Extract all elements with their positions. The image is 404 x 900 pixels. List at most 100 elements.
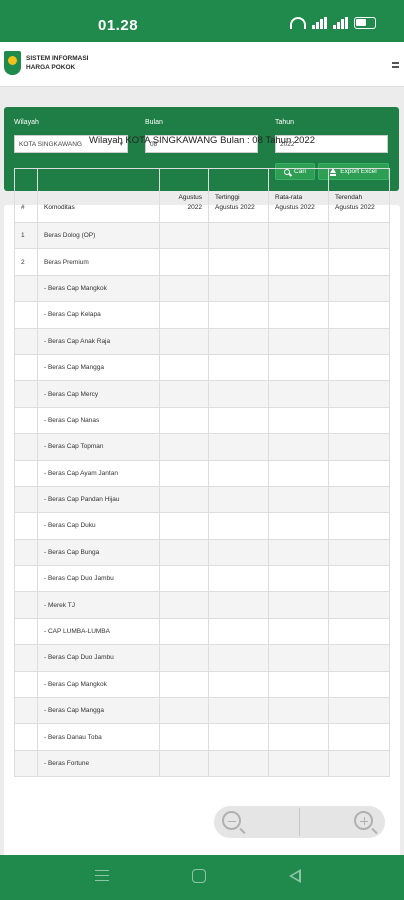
row-terendah: [328, 459, 390, 487]
app-title-line2: HARGA POKOK: [26, 64, 76, 71]
table-row: - Beras Cap Bunga: [14, 538, 390, 567]
row-number: [14, 749, 38, 778]
back-icon[interactable]: [289, 869, 301, 883]
row-rata-rata: [268, 274, 329, 303]
row-komoditas: - Beras Cap Mangkok: [37, 670, 160, 699]
table-row: - Beras Cap Mangkok: [14, 670, 390, 699]
system-nav-bar: [0, 855, 404, 900]
zoom-control: [214, 806, 385, 838]
table-row: - Beras Cap Duo Jambu: [14, 565, 390, 593]
row-terendah: [328, 512, 390, 540]
header-agustus: Agustus 2022: [159, 168, 209, 223]
row-tertinggi: [208, 353, 269, 382]
row-terendah: [328, 723, 390, 751]
row-terendah: [328, 749, 390, 778]
table-row: - Beras Danau Toba: [14, 723, 390, 751]
row-komoditas: - Beras Cap Duo Jambu: [37, 644, 160, 672]
row-terendah: [328, 327, 390, 355]
report-title: Wilayah KOTA SINGKAWANG Bulan : 08 Tahun…: [89, 135, 315, 146]
row-agustus: [159, 723, 209, 751]
row-terendah: [328, 248, 390, 276]
row-agustus: [159, 591, 209, 619]
table-header-row: # Komoditas Agustus 2022 Tertinggi Agust…: [14, 168, 390, 223]
row-number: [14, 301, 38, 329]
row-number: 1: [14, 221, 38, 250]
zoom-out-icon[interactable]: [222, 811, 241, 830]
table-row: - Beras Cap Mangga: [14, 697, 390, 725]
menu-icon[interactable]: [392, 62, 399, 68]
row-terendah: [328, 591, 390, 619]
row-rata-rata: [268, 433, 329, 461]
row-komoditas: - Beras Cap Bunga: [37, 538, 160, 567]
row-tertinggi: [208, 274, 269, 303]
row-tertinggi: [208, 565, 269, 593]
table-row: - Beras Cap Kelapa: [14, 301, 390, 329]
table-row: - Merek TJ: [14, 591, 390, 619]
row-rata-rata: [268, 221, 329, 250]
row-komoditas: - Beras Cap Kelapa: [37, 301, 160, 329]
row-tertinggi: [208, 749, 269, 778]
row-komoditas: - Beras Cap Anak Raja: [37, 327, 160, 355]
row-rata-rata: [268, 697, 329, 725]
row-komoditas: - Beras Danau Toba: [37, 723, 160, 751]
row-rata-rata: [268, 749, 329, 778]
row-terendah: [328, 433, 390, 461]
row-agustus: [159, 512, 209, 540]
app-logo[interactable]: [4, 51, 21, 75]
row-rata-rata: [268, 670, 329, 699]
table-row: - Beras Cap Mercy: [14, 380, 390, 408]
row-agustus: [159, 459, 209, 487]
row-tertinggi: [208, 644, 269, 672]
row-tertinggi: [208, 221, 269, 250]
row-number: [14, 327, 38, 355]
battery-icon: [354, 17, 376, 29]
row-rata-rata: [268, 565, 329, 593]
header-terendah: Terendah Agustus 2022: [328, 168, 390, 223]
row-agustus: [159, 644, 209, 672]
row-agustus: [159, 380, 209, 408]
row-tertinggi: [208, 301, 269, 329]
row-agustus: [159, 617, 209, 646]
row-agustus: [159, 353, 209, 382]
row-agustus: [159, 697, 209, 725]
row-komoditas: - Beras Cap Pandan Hijau: [37, 485, 160, 514]
zoom-in-icon[interactable]: [354, 811, 373, 830]
table-row: - Beras Cap Topman: [14, 433, 390, 461]
table-row: - CAP LUMBA-LUMBA: [14, 617, 390, 646]
row-terendah: [328, 221, 390, 250]
row-number: [14, 565, 38, 593]
row-agustus: [159, 406, 209, 435]
row-tertinggi: [208, 512, 269, 540]
header-rata-rata: Rata-rata Agustus 2022: [268, 168, 329, 223]
row-rata-rata: [268, 538, 329, 567]
row-terendah: [328, 301, 390, 329]
signal-icon: [312, 17, 327, 29]
table-row: - Beras Cap Ayam Jantan: [14, 459, 390, 487]
row-komoditas: - Beras Cap Mangkok: [37, 274, 160, 303]
zoom-divider: [299, 808, 300, 836]
row-tertinggi: [208, 697, 269, 725]
app-bar: SISTEM INFORMASI HARGA POKOK: [0, 42, 404, 87]
table-row: - Beras Cap Pandan Hijau: [14, 485, 390, 514]
row-rata-rata: [268, 644, 329, 672]
table-row: - Beras Cap Anak Raja: [14, 327, 390, 355]
row-terendah: [328, 353, 390, 382]
home-icon[interactable]: [192, 869, 206, 883]
row-agustus: [159, 538, 209, 567]
signal-icon-2: [333, 17, 348, 29]
row-rata-rata: [268, 380, 329, 408]
row-tertinggi: [208, 380, 269, 408]
row-tertinggi: [208, 485, 269, 514]
row-terendah: [328, 538, 390, 567]
row-rata-rata: [268, 512, 329, 540]
report-table-body: 1 Beras Dolog (OP) 2 Beras Premium - Beras C…: [14, 221, 390, 778]
row-rata-rata: [268, 327, 329, 355]
header-komoditas: Komoditas: [37, 168, 160, 223]
row-tertinggi: [208, 327, 269, 355]
row-tertinggi: [208, 433, 269, 461]
recents-icon[interactable]: [95, 870, 109, 881]
row-agustus: [159, 274, 209, 303]
row-number: [14, 538, 38, 567]
row-komoditas: Beras Dolog (OP): [37, 221, 160, 250]
row-komoditas: - Beras Cap Duo Jambu: [37, 565, 160, 593]
